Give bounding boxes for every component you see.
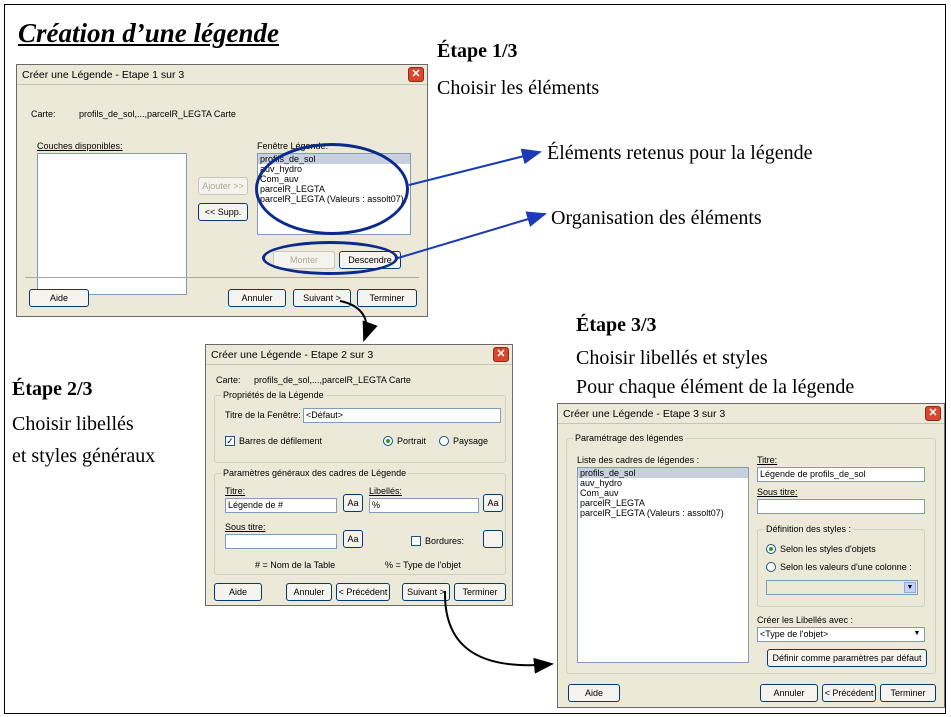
arrow-elements: [408, 148, 542, 186]
arrow-step1-to-step2: [339, 300, 378, 342]
arrow-organisation: [397, 211, 547, 259]
arrow-step2-to-step3: [443, 590, 554, 674]
arrows-overlay: [339, 148, 554, 674]
